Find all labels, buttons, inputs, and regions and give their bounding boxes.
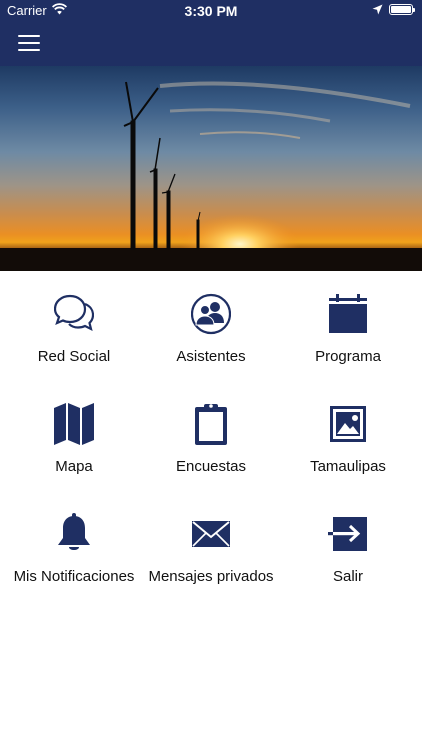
menu-item-label: Mapa — [55, 458, 93, 475]
location-arrow-icon — [372, 4, 383, 15]
people-icon — [190, 292, 232, 336]
battery-icon — [389, 4, 415, 15]
top-bar: Carrier 3:30 PM — [0, 0, 422, 66]
status-bar: Carrier 3:30 PM — [0, 0, 422, 22]
hamburger-menu-button[interactable] — [18, 35, 40, 51]
menu-item-encuestas[interactable]: Encuestas — [141, 402, 281, 502]
image-icon — [328, 402, 368, 446]
menu-item-label: Mensajes privados — [148, 568, 274, 585]
hamburger-line — [18, 49, 40, 51]
clipboard-icon — [191, 402, 231, 446]
menu-item-label: Red Social — [37, 348, 111, 365]
menu-item-salir[interactable]: Salir — [278, 512, 418, 612]
menu-item-label: Asistentes — [176, 348, 246, 365]
menu-item-label: Mis Notificaciones — [13, 568, 135, 585]
envelope-icon — [191, 512, 231, 556]
hamburger-line — [18, 35, 40, 37]
banner-image[interactable] — [0, 66, 422, 271]
menu-item-label: Tamaulipas — [310, 458, 386, 475]
calendar-icon — [328, 292, 368, 336]
menu-item-programa[interactable]: Programa — [278, 292, 418, 392]
wind-turbine-scene — [0, 81, 422, 271]
menu-item-label: Encuestas — [175, 458, 247, 475]
menu-item-mis-notificaciones[interactable]: Mis Notificaciones — [4, 512, 144, 612]
menu-item-mensajes-privados[interactable]: Mensajes privados — [141, 512, 281, 612]
map-icon — [54, 402, 94, 446]
chat-bubbles-icon — [53, 292, 95, 336]
menu-item-mapa[interactable]: Mapa — [4, 402, 144, 502]
menu-item-label: Salir — [332, 568, 363, 585]
logout-icon — [328, 512, 368, 556]
menu-item-label: Programa — [315, 348, 381, 365]
menu-item-asistentes[interactable]: Asistentes — [141, 292, 281, 392]
bell-icon — [54, 512, 94, 556]
menu-item-red-social[interactable]: Red Social — [4, 292, 144, 392]
status-time: 3:30 PM — [184, 3, 238, 19]
menu-item-tamaulipas[interactable]: Tamaulipas — [278, 402, 418, 502]
hamburger-line — [18, 42, 40, 44]
